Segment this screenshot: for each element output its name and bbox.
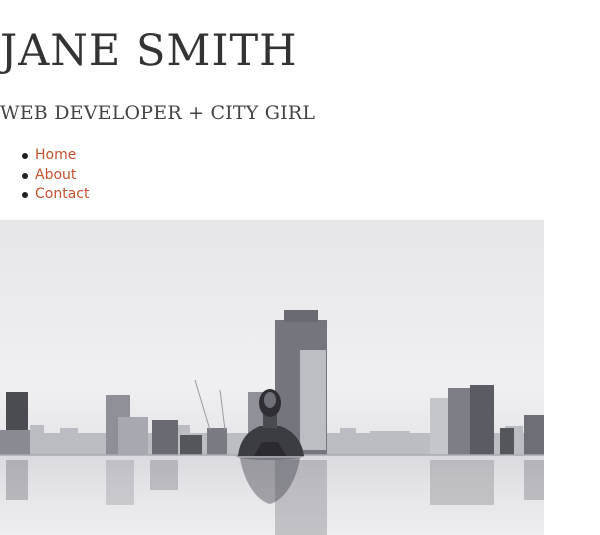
site-tagline: WEB DEVELOPER + CITY GIRL [0,102,316,124]
nav-link-contact[interactable]: Contact [35,186,89,202]
bullet-icon [22,192,28,198]
nav-link-about[interactable]: About [35,167,76,183]
bullet-icon [22,172,28,179]
bullet-icon [22,153,28,159]
main-nav: Home About Contact [22,146,89,205]
nav-link-home[interactable]: Home [35,147,76,163]
site-title: JANE SMITH [0,26,298,76]
nav-item-home: Home [22,146,89,166]
nav-item-about: About [22,166,89,186]
city-pool-photo [0,220,544,535]
hero-image [0,220,544,535]
nav-item-contact: Contact [22,185,89,205]
